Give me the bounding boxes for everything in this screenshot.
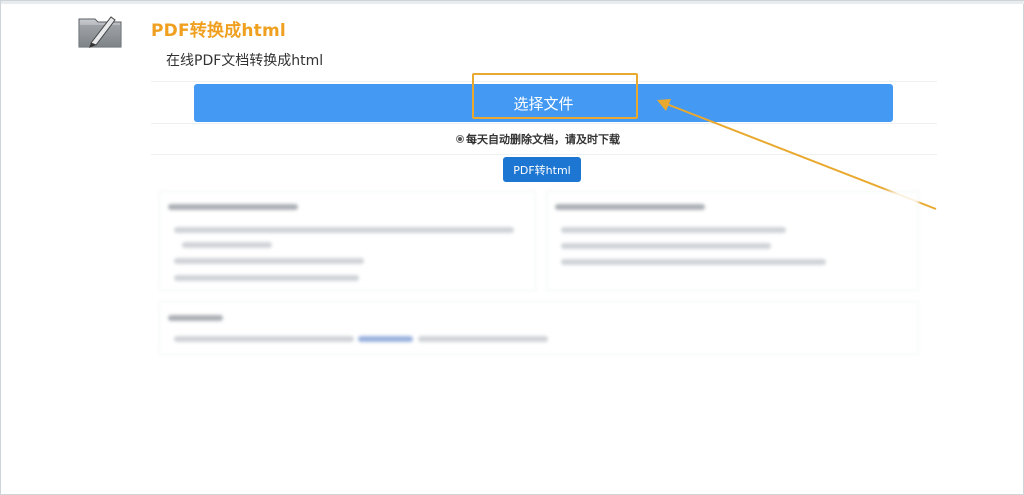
blurred-tips-panel — [159, 301, 919, 355]
select-file-button[interactable]: 选择文件 — [194, 84, 893, 122]
page-subtitle: 在线PDF文档转换成html — [166, 53, 324, 69]
blurred-instructions-panel — [159, 191, 536, 291]
divider-top — [151, 81, 937, 82]
window-top-border — [1, 1, 1024, 4]
pdf-pen-icon — [78, 16, 122, 48]
convert-pdf-to-html-button[interactable]: PDF转html — [503, 157, 581, 182]
blurred-steps-panel — [546, 191, 919, 291]
radio-icon — [456, 135, 464, 143]
select-file-label: 选择文件 — [513, 94, 574, 113]
divider-upload — [151, 123, 937, 124]
notice-text: 每天自动删除文档，请及时下载 — [466, 133, 620, 146]
divider-notice — [151, 154, 937, 155]
auto-delete-notice: 每天自动删除文档，请及时下载 — [456, 131, 620, 147]
convert-label: PDF转html — [513, 163, 571, 177]
page-title: PDF转换成html — [151, 21, 286, 41]
